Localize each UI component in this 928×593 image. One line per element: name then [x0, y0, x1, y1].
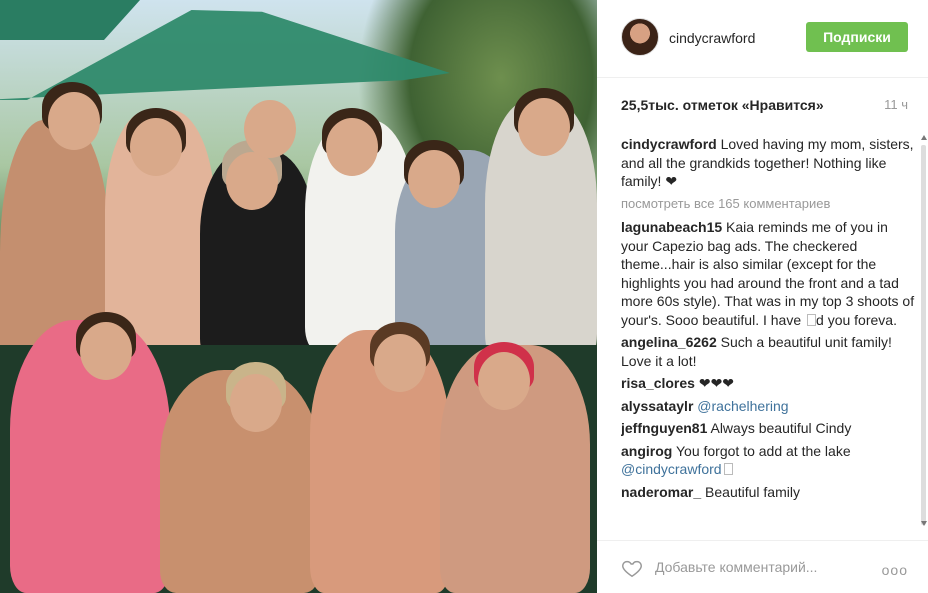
- photo-face: [478, 352, 530, 410]
- comment-mention[interactable]: @cindycrawford: [621, 461, 722, 477]
- scroll-down-arrow-icon[interactable]: [921, 521, 927, 526]
- post-side-panel: cindycrawford Подписки 25,5тыс. отметок …: [597, 0, 928, 593]
- comments-scrollbar[interactable]: [920, 135, 928, 530]
- likes-count[interactable]: 25,5тыс. отметок «Нравится»: [621, 97, 911, 113]
- photo-face: [226, 152, 278, 210]
- post-photo[interactable]: [0, 0, 597, 593]
- photo-face: [518, 98, 570, 156]
- comment-user[interactable]: risa_clores: [621, 375, 695, 391]
- post-footer: ooo: [597, 545, 928, 593]
- ellipsis-icon[interactable]: ooo: [882, 562, 908, 578]
- comment-item: lagunabeach15 Kaia reminds me of you in …: [621, 218, 917, 329]
- photo-face: [244, 100, 296, 158]
- photo-face: [48, 92, 100, 150]
- caption: cindycrawford Loved having my mom, siste…: [621, 135, 917, 191]
- comment-input[interactable]: [655, 555, 875, 579]
- post-time[interactable]: 11 ч: [884, 97, 908, 112]
- view-all-comments-link[interactable]: посмотреть все 165 комментариев: [621, 195, 917, 214]
- comments-list: cindycrawford Loved having my mom, siste…: [621, 135, 917, 530]
- comment-text: Beautiful family: [705, 483, 800, 500]
- comment-user[interactable]: angirog: [621, 443, 672, 459]
- comment-text: d you foreva.: [816, 311, 897, 328]
- comment-user[interactable]: cindycrawford: [621, 136, 717, 152]
- footer-divider: [597, 540, 928, 541]
- comment-text: You forgot to add at the lake: [675, 442, 851, 459]
- missing-glyph-icon: [723, 463, 733, 475]
- comment-item: alyssataylr @rachelhering: [621, 397, 917, 416]
- photo-face: [408, 150, 460, 208]
- scroll-up-arrow-icon[interactable]: [921, 135, 927, 140]
- comment-item: risa_clores ❤❤❤: [621, 374, 917, 393]
- comment-text: ❤❤❤: [698, 375, 735, 391]
- comment-text: Always beautiful Cindy: [710, 420, 852, 436]
- post-header: cindycrawford Подписки: [597, 0, 928, 77]
- photo-umbrella-left: [0, 0, 140, 40]
- comment-item: angirog You forgot to add at the lake @c…: [621, 442, 917, 479]
- photo-face: [80, 322, 132, 380]
- comment-user[interactable]: lagunabeach15: [621, 219, 722, 235]
- comment-item: naderomar_ Beautiful family: [621, 483, 917, 502]
- scroll-thumb[interactable]: [921, 145, 926, 525]
- photo-face: [230, 374, 282, 432]
- photo-face: [374, 334, 426, 392]
- heart-icon[interactable]: [621, 557, 643, 579]
- missing-glyph-icon: [807, 313, 817, 326]
- comment-user[interactable]: angelina_6262: [621, 334, 717, 350]
- comment-user[interactable]: jeffnguyen81: [621, 420, 707, 436]
- avatar[interactable]: [621, 18, 659, 56]
- post-username[interactable]: cindycrawford: [669, 30, 755, 46]
- comment-mention[interactable]: @rachelhering: [697, 398, 788, 414]
- follow-button[interactable]: Подписки: [806, 22, 908, 52]
- photo-face: [326, 118, 378, 176]
- comment-user[interactable]: naderomar_: [621, 484, 701, 500]
- comment-user[interactable]: alyssataylr: [621, 398, 693, 414]
- comment-item: angelina_6262 Such a beautiful unit fami…: [621, 333, 917, 370]
- photo-face: [130, 118, 182, 176]
- header-divider: [597, 77, 928, 78]
- comment-item: jeffnguyen81 Always beautiful Cindy: [621, 419, 917, 438]
